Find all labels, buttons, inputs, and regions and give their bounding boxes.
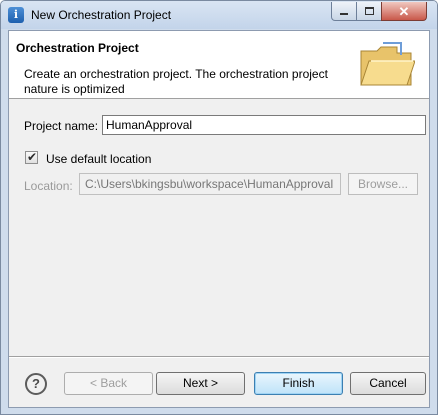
finish-button[interactable]: Finish: [254, 372, 343, 395]
location-label: Location:: [24, 179, 73, 193]
close-icon: ✕: [398, 3, 410, 19]
info-icon: i: [8, 7, 24, 23]
project-name-label: Project name:: [24, 119, 99, 133]
cancel-button[interactable]: Cancel: [350, 372, 426, 395]
window-title: New Orchestration Project: [31, 8, 172, 22]
button-bar-separator: [9, 356, 429, 358]
minimize-icon: [340, 13, 348, 15]
wizard-banner: Orchestration Project Create an orchestr…: [9, 31, 429, 99]
browse-button: Browse...: [348, 173, 418, 195]
minimize-button[interactable]: [331, 2, 357, 21]
use-default-location-label[interactable]: Use default location: [46, 152, 151, 166]
dialog-window: i New Orchestration Project ✕ Orchestrat…: [0, 0, 438, 415]
page-title: Orchestration Project: [16, 41, 139, 55]
title-bar[interactable]: i New Orchestration Project ✕: [1, 1, 437, 29]
dialog-content: Orchestration Project Create an orchestr…: [8, 30, 430, 408]
help-button[interactable]: ?: [25, 373, 47, 395]
page-description: Create an orchestration project. The orc…: [24, 67, 328, 96]
close-button[interactable]: ✕: [381, 2, 427, 21]
project-name-input[interactable]: [102, 115, 426, 135]
back-button: < Back: [64, 372, 153, 395]
use-default-location-checkbox[interactable]: ✔: [25, 150, 38, 164]
maximize-button[interactable]: [356, 2, 382, 21]
checkmark-icon: ✔: [27, 150, 38, 164]
next-button[interactable]: Next >: [156, 372, 245, 395]
maximize-icon: [364, 7, 374, 15]
folder-icon: [360, 42, 415, 86]
location-input: C:\Users\bkingsbu\workspace\HumanApprova…: [79, 173, 341, 195]
